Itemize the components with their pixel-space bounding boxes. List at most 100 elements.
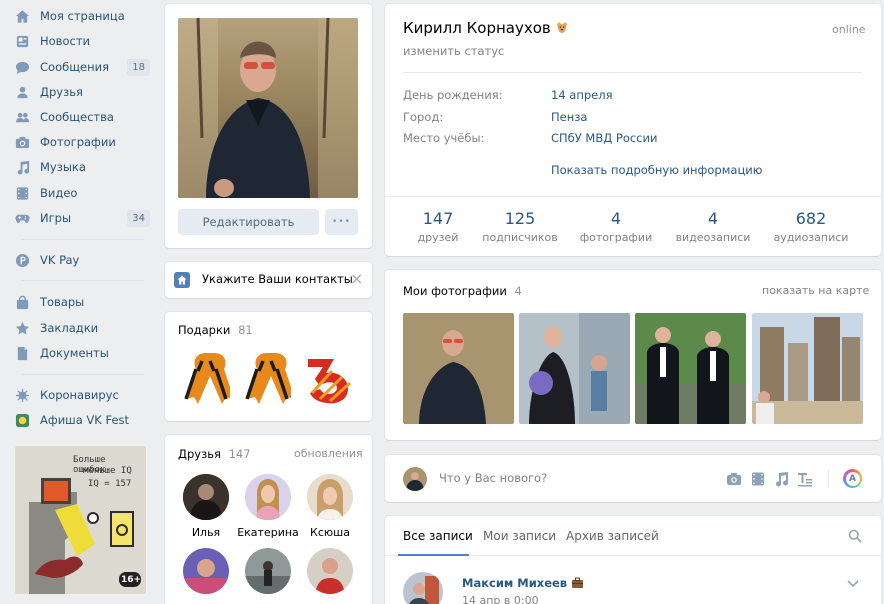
nav-item-coronavirus[interactable]: Коронавирус <box>14 384 152 406</box>
show-on-map-link[interactable]: показать на карте <box>762 284 869 297</box>
nav-label: Новости <box>40 34 90 48</box>
edit-profile-button[interactable]: Редактировать <box>178 209 319 235</box>
stat-label: друзей <box>417 231 459 244</box>
more-actions-button[interactable]: ••• <box>325 209 358 235</box>
friend-avatar[interactable] <box>183 474 229 520</box>
ribbon-gift-icon[interactable] <box>182 349 230 405</box>
star-icon <box>14 320 30 336</box>
profile-name: Кирилл Корнаухов <box>403 19 551 37</box>
friends-count: 147 <box>228 447 251 461</box>
camera-icon <box>14 134 30 150</box>
gifts-count: 81 <box>238 323 253 337</box>
friends-title: Друзья <box>178 447 221 461</box>
vk-art-icon[interactable]: A <box>843 469 862 488</box>
nav-item-games[interactable]: Игры 34 <box>14 207 152 229</box>
photo-thumbnail[interactable] <box>403 313 514 424</box>
nav-item-video[interactable]: Видео <box>14 182 152 204</box>
bag-icon <box>14 294 30 310</box>
post-date[interactable]: 14 апр в 0:00 <box>462 594 539 604</box>
show-more-info-link[interactable]: Показать подробную информацию <box>551 163 762 177</box>
photos-header[interactable]: Мои фотографии 4 <box>403 284 522 298</box>
stat-label: фотографии <box>579 231 653 244</box>
video-icon[interactable] <box>750 471 766 487</box>
game-ad-banner[interactable]: Больше ошибок- меньше IQ IQ = 157 16+ <box>15 446 146 594</box>
messages-count-badge: 18 <box>127 58 150 76</box>
stats-divider <box>385 196 881 197</box>
nav-label: Сообщества <box>40 110 114 124</box>
profile-avatar[interactable] <box>178 18 358 198</box>
chevron-down-icon[interactable] <box>846 578 860 588</box>
post-author-name[interactable]: Максим Михеев <box>462 576 567 590</box>
nav-item-documents[interactable]: Документы <box>14 342 152 364</box>
nav-item-groups[interactable]: Сообщества <box>14 106 152 128</box>
profile-photo-card: Редактировать ••• <box>165 4 372 248</box>
gifts-header[interactable]: Подарки 81 <box>178 323 253 337</box>
ribbon-gift-icon[interactable] <box>243 349 291 405</box>
friend-name[interactable]: Илья <box>171 526 241 539</box>
post-author-row: Максим Михеев <box>462 576 584 590</box>
composer-input[interactable]: Что у Вас нового? <box>439 471 547 485</box>
profile-person-illustration <box>178 18 358 198</box>
nav-item-my-page[interactable]: Моя страница <box>14 5 152 27</box>
friend-avatar[interactable] <box>245 548 291 594</box>
close-icon[interactable]: × <box>350 269 363 288</box>
active-tab-indicator <box>398 554 469 556</box>
city-value[interactable]: Пенза <box>551 110 587 124</box>
friend-avatar[interactable] <box>183 548 229 594</box>
victory-gift-icon[interactable] <box>302 349 358 405</box>
profile-info-card: Кирилл Корнаухов online изменить статус … <box>385 4 881 256</box>
friend-avatar[interactable] <box>307 548 353 594</box>
nav-item-vkpay[interactable]: VK Pay <box>14 249 152 271</box>
dog-emoji-icon <box>555 21 569 35</box>
friend-avatar[interactable] <box>245 474 291 520</box>
composer-avatar <box>403 467 427 491</box>
photo-thumbnail[interactable] <box>752 313 863 424</box>
friend-name[interactable]: Екатерина <box>233 526 303 539</box>
vkpay-icon <box>14 252 30 268</box>
friends-header[interactable]: Друзья 147 <box>178 447 251 461</box>
text-format-icon[interactable] <box>797 471 813 487</box>
nav-item-photos[interactable]: Фотографии <box>14 131 152 153</box>
nav-item-news[interactable]: Новости <box>14 30 152 52</box>
music-icon <box>14 159 30 175</box>
search-icon[interactable] <box>848 529 862 543</box>
nav-label: Товары <box>40 295 85 309</box>
nav-label: Документы <box>40 346 109 360</box>
nav-item-bookmarks[interactable]: Закладки <box>14 317 152 339</box>
friend-avatar[interactable] <box>307 474 353 520</box>
gifts-card: Подарки 81 <box>165 312 372 421</box>
music-icon[interactable] <box>773 471 789 487</box>
nav-label: VK Pay <box>40 253 80 267</box>
info-label: Место учёбы: <box>403 131 485 145</box>
nav-label: Фотографии <box>40 135 116 149</box>
news-icon <box>14 33 30 49</box>
wall-card: Все записи Мои записи Архив записей Макс… <box>385 516 881 604</box>
nav-divider <box>22 374 144 375</box>
birthday-value[interactable]: 14 апреля <box>551 88 613 102</box>
stat-label: аудиозаписи <box>773 231 849 244</box>
nav-item-music[interactable]: Музыка <box>14 156 152 178</box>
friends-card: Друзья 147 обновления Илья Екатерина Ксю… <box>165 435 372 604</box>
friends-updates-link[interactable]: обновления <box>294 447 363 460</box>
photo-thumbnail[interactable] <box>519 313 630 424</box>
nav-item-market[interactable]: Товары <box>14 291 152 313</box>
friend-name[interactable]: Ксюша <box>295 526 365 539</box>
nav-item-vkfest[interactable]: Афиша VK Fest <box>14 409 152 431</box>
virus-icon <box>14 387 30 403</box>
nav-item-messages[interactable]: Сообщения 18 <box>14 56 152 78</box>
camera-icon[interactable] <box>726 471 742 487</box>
video-icon <box>14 185 30 201</box>
games-count-badge: 34 <box>127 209 150 227</box>
education-value[interactable]: СПбУ МВД России <box>551 131 657 145</box>
photo-thumbnail[interactable] <box>635 313 746 424</box>
tab-archive[interactable]: Архив записей <box>566 529 659 543</box>
tab-my-posts[interactable]: Мои записи <box>483 529 556 543</box>
contacts-prompt-card[interactable]: Укажите Ваши контакты × <box>165 262 372 298</box>
change-status-link[interactable]: изменить статус <box>403 44 504 58</box>
tab-all-posts[interactable]: Все записи <box>403 529 473 543</box>
stat-number: 125 <box>504 209 536 228</box>
ad-headline-2: меньше IQ <box>83 466 132 476</box>
age-rating-badge: 16+ <box>121 575 142 585</box>
nav-item-friends[interactable]: Друзья <box>14 81 152 103</box>
post-author-avatar[interactable] <box>403 572 443 604</box>
